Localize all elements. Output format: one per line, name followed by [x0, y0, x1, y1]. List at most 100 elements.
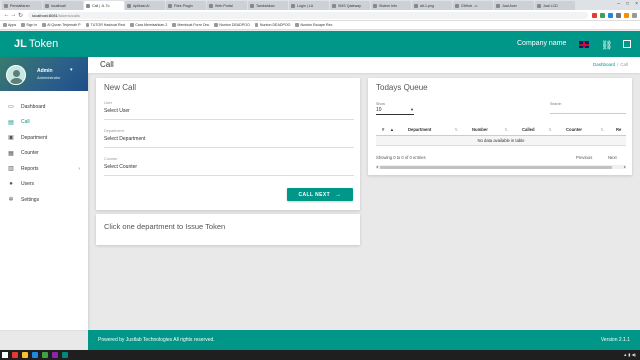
taskbar-app-icon[interactable] — [22, 352, 28, 358]
chat-icon: ▤ — [8, 119, 14, 126]
breadcrumb-dashboard-link[interactable]: Dashboard — [593, 62, 615, 67]
previous-page-button[interactable]: Previous — [576, 155, 592, 160]
column-header-called[interactable]: Called ⇅ — [512, 127, 556, 132]
column-header-token-number[interactable]: Number ⇅ — [462, 127, 512, 132]
bookmark-item[interactable]: Nonton DEADPOO — [214, 23, 250, 27]
browser-tab[interactable]: Jual Acer — [494, 1, 534, 10]
browser-tab[interactable]: Aplikasi Ai — [125, 1, 165, 10]
maximize-icon[interactable]: □ — [626, 1, 629, 7]
browser-tab[interactable]: Tambahkan — [248, 1, 288, 10]
caret-down-icon[interactable]: ▾ — [70, 67, 73, 73]
sort-icon: ⇅ — [600, 127, 604, 132]
extension-icon[interactable] — [600, 12, 605, 18]
scroll-left-icon[interactable]: ◂ — [376, 164, 378, 169]
avatar — [6, 65, 26, 85]
browser-tab[interactable]: Web Portal — [207, 1, 247, 10]
browser-tab[interactable]: Jual LCD — [535, 1, 575, 10]
bookmark-icon — [85, 23, 89, 27]
taskbar-app-icon[interactable] — [62, 352, 68, 358]
call-next-button[interactable]: CALL NEXT → — [287, 188, 353, 201]
bookmark-item[interactable]: Membuat Form Onc — [172, 23, 209, 27]
brand-logo[interactable]: JL Token — [0, 38, 58, 50]
browser-tab[interactable]: GitHub - u — [453, 1, 493, 10]
back-icon[interactable]: ← — [3, 12, 10, 18]
sidebar-item-department[interactable]: ▣ Department — [0, 130, 88, 146]
extension-icon[interactable] — [608, 12, 613, 18]
next-page-button[interactable]: Next — [608, 155, 617, 160]
footer-version: Version 2.1.1 — [600, 337, 630, 343]
page-title-bar: Call Dashboard / Call — [88, 57, 640, 73]
search-label: Search — [550, 102, 562, 106]
extension-icon[interactable] — [616, 12, 621, 18]
url-host: localhost:8081 — [32, 12, 58, 18]
taskbar-app-icon[interactable] — [12, 352, 18, 358]
company-name: Company name — [517, 40, 567, 47]
minimize-icon[interactable]: – — [617, 1, 620, 7]
gear-icon: ✲ — [8, 197, 14, 204]
column-header-department[interactable]: Department ⇅ — [398, 127, 462, 132]
breadcrumb: Dashboard / Call — [593, 62, 628, 67]
taskbar-app-icon[interactable] — [32, 352, 38, 358]
extension-icon[interactable] — [592, 12, 597, 18]
browser-tab[interactable]: alt-1.png — [412, 1, 452, 10]
system-tray[interactable]: ▲ ▮ ◀) — [623, 352, 636, 357]
favicon-icon — [455, 3, 459, 8]
counter-value: Select Counter — [104, 164, 138, 170]
favicon-icon — [127, 3, 131, 8]
bookmark-item[interactable]: Cara Memisahkan 2 — [130, 23, 167, 27]
menu-icon[interactable] — [632, 12, 637, 18]
horizontal-scrollbar[interactable]: ◂ ▸ — [376, 164, 626, 169]
bookmark-item[interactable]: Apps — [3, 23, 16, 27]
favicon-icon — [4, 3, 8, 8]
sidebar-item-reports[interactable]: ▥ Reports › — [0, 161, 88, 177]
bookmark-icon — [295, 23, 299, 27]
bookmark-item[interactable]: Sign in — [21, 23, 37, 27]
browser-tab[interactable]: Sistem Info — [371, 1, 411, 10]
bookmark-item[interactable]: TUTOR Hashcat Reci — [85, 23, 125, 27]
column-header-counter[interactable]: Counter ⇅ — [556, 127, 608, 132]
bookmark-icon — [254, 23, 259, 27]
bookmark-item[interactable]: Nonton Escape Rec — [295, 23, 332, 27]
browser-tab[interactable]: Files Plugin — [166, 1, 206, 10]
sidebar-item-call[interactable]: ▤ Call — [0, 115, 88, 131]
sidebar-item-settings[interactable]: ✲ Settings — [0, 192, 88, 208]
laptop-icon: ▭ — [8, 104, 14, 111]
show-entries-select[interactable]: 10 ▼ — [376, 107, 414, 115]
counter-select[interactable]: Counter Select Counter — [104, 157, 354, 176]
url-path: /tokens/calls — [57, 12, 80, 18]
link-icon[interactable]: ⛓ — [601, 40, 612, 51]
close-icon[interactable]: × — [635, 1, 638, 7]
bookmark-icon — [214, 23, 218, 27]
sidebar-item-users[interactable]: ● Users — [0, 177, 88, 193]
taskbar-app-icon[interactable] — [42, 352, 48, 358]
search-input[interactable] — [550, 113, 626, 114]
department-select[interactable]: Department Select Department — [104, 129, 354, 148]
fullscreen-icon[interactable] — [623, 40, 631, 48]
calendar-icon: ▦ — [8, 150, 14, 157]
browser-tab-active[interactable]: Call | JL To — [84, 1, 124, 10]
column-header-re[interactable]: Re — [608, 127, 626, 132]
sidebar-item-dashboard[interactable]: ▭ Dashboard — [0, 99, 88, 115]
bookmark-item[interactable]: Al Quran Terjemah P — [42, 23, 81, 27]
favicon-icon — [373, 3, 377, 8]
reload-icon[interactable]: ↻ — [17, 12, 24, 19]
favicon-icon — [537, 3, 541, 8]
users-icon: ● — [9, 181, 13, 188]
user-label: User — [104, 101, 113, 105]
browser-tab[interactable]: Login | LA — [289, 1, 329, 10]
browser-tab[interactable]: SMS Qateway — [330, 1, 370, 10]
extension-icon[interactable] — [624, 12, 629, 18]
scrollbar-thumb[interactable] — [380, 165, 612, 169]
language-flag-icon[interactable] — [579, 41, 589, 48]
bookmark-item[interactable]: Nonton DEADPOO — [254, 23, 290, 27]
url-input[interactable]: localhost:8081/tokens/calls — [28, 11, 588, 19]
forward-icon[interactable]: → — [10, 12, 17, 18]
taskbar-app-icon[interactable] — [52, 352, 58, 358]
sidebar-item-counter[interactable]: ▦ Counter — [0, 146, 88, 162]
column-header-number[interactable]: # ▲ — [376, 127, 398, 132]
scroll-right-icon[interactable]: ▸ — [624, 164, 626, 169]
browser-tab[interactable]: localhost/ — [43, 1, 83, 10]
windows-start-icon[interactable] — [2, 352, 8, 358]
browser-tab[interactable]: Pendaftaran — [2, 1, 42, 10]
user-select[interactable]: User Select User — [104, 101, 354, 120]
